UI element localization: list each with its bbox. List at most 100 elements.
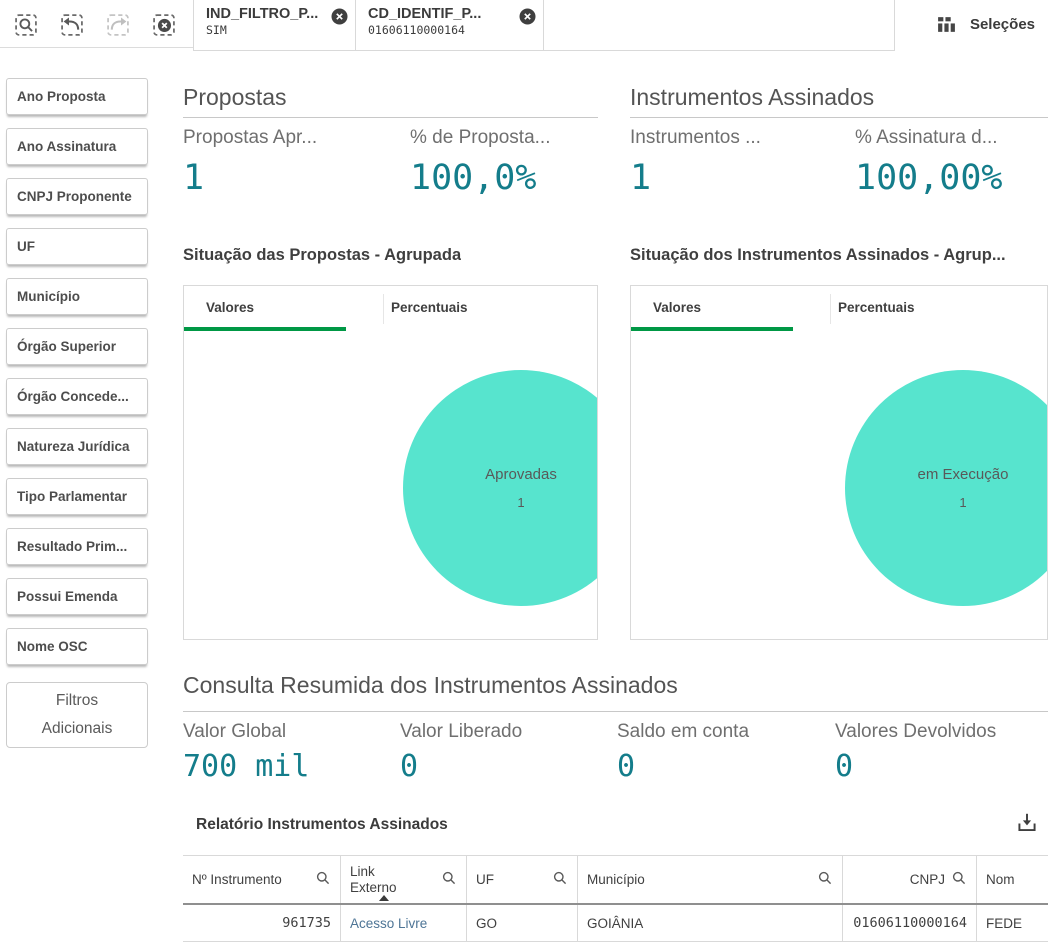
cell-uf[interactable]: GO [467, 905, 578, 941]
tab-percentuais[interactable]: Percentuais [391, 300, 468, 315]
filter-ano-assinatura[interactable]: Ano Assinatura [6, 128, 148, 165]
filter-possui-emenda[interactable]: Possui Emenda [6, 578, 148, 615]
close-icon [331, 8, 348, 25]
additional-filters-label: Filtros Adicionais [29, 687, 125, 743]
additional-filters-button[interactable]: Filtros Adicionais [6, 682, 148, 748]
column-header-municipio[interactable]: Município [578, 856, 843, 903]
cell-link-externo[interactable]: Acesso Livre [341, 905, 467, 941]
column-search-icon[interactable] [951, 870, 967, 889]
filter-ano-proposta[interactable]: Ano Proposta [6, 78, 148, 115]
filter-label: CNPJ Proponente [17, 189, 132, 204]
selection-chip-value: SIM [206, 23, 329, 37]
bubble-value: 1 [517, 495, 524, 510]
selections-label: Seleções [970, 16, 1035, 33]
column-header-uf[interactable]: UF [467, 856, 578, 903]
filter-municipio[interactable]: Município [6, 278, 148, 315]
column-search-icon[interactable] [817, 870, 833, 889]
filter-nome-osc[interactable]: Nome OSC [6, 628, 148, 665]
filter-natureza-juridica[interactable]: Natureza Jurídica [6, 428, 148, 465]
clear-selections-button[interactable] [150, 11, 178, 39]
remove-selection-button[interactable] [331, 8, 348, 25]
cell-cnpj[interactable]: 01606110000164 [843, 905, 977, 941]
filter-label: Órgão Concede... [17, 389, 129, 404]
report-card: Relatório Instrumentos Assinados Nº Inst… [183, 800, 1048, 951]
instrumentos-title: Instrumentos Assinados [630, 84, 874, 111]
bubble-em-execucao[interactable]: em Execução 1 [845, 370, 1048, 606]
filter-tipo-parlamentar[interactable]: Tipo Parlamentar [6, 478, 148, 515]
search-selections-button[interactable] [12, 11, 40, 39]
column-label: Nº Instrumento [192, 872, 282, 888]
column-header-instrumento[interactable]: Nº Instrumento [183, 856, 341, 903]
column-header-cnpj[interactable]: CNPJ [843, 856, 977, 903]
tab-valores[interactable]: Valores [206, 300, 254, 315]
bubble-aprovadas[interactable]: Aprovadas 1 [403, 370, 598, 606]
step-forward-button[interactable] [104, 11, 132, 39]
clear-selections-icon [150, 11, 178, 39]
kpi-pct-propostas-label: % de Proposta... [410, 127, 550, 149]
kpi-pct-propostas-value: 100,0% [410, 158, 536, 198]
kpi-valor-global-value: 700 mil [183, 749, 309, 784]
selection-chip-field: CD_IDENTIF_P... [368, 6, 517, 22]
kpi-valor-liberado-label: Valor Liberado [400, 721, 522, 743]
column-header-link-externo[interactable]: Link Externo [341, 856, 467, 903]
instrumentos-rule [630, 117, 1048, 118]
filter-label: Tipo Parlamentar [17, 489, 127, 504]
acesso-livre-link[interactable]: Acesso Livre [350, 916, 427, 931]
column-search-icon[interactable] [552, 870, 568, 889]
kpi-pct-assinatura-label: % Assinatura d... [855, 127, 998, 149]
filter-resultado-primario[interactable]: Resultado Prim... [6, 528, 148, 565]
kpi-saldo-conta-label: Saldo em conta [617, 721, 749, 743]
kpi-instrumentos-value: 1 [630, 158, 651, 198]
selection-chip-field: IND_FILTRO_P... [206, 6, 329, 22]
selections-tool-button[interactable]: Seleções [936, 0, 1035, 48]
remove-selection-button[interactable] [519, 8, 536, 25]
selection-chip-ind-filtro[interactable]: IND_FILTRO_P... SIM [194, 0, 356, 50]
chart-situacao-propostas-title: Situação das Propostas - Agrupada [183, 246, 461, 265]
tab-divider [383, 294, 384, 324]
column-search-icon[interactable] [441, 870, 457, 889]
instrumentos-table: Nº Instrumento Link Externo UF Municíp [183, 855, 1048, 942]
filter-label: Nome OSC [17, 639, 88, 654]
column-search-icon[interactable] [315, 870, 331, 889]
filter-uf[interactable]: UF [6, 228, 148, 265]
column-label: Nom [986, 872, 1015, 888]
bubble-value: 1 [959, 495, 966, 510]
filter-orgao-superior[interactable]: Órgão Superior [6, 328, 148, 365]
selections-grid-icon [936, 14, 957, 35]
download-button[interactable] [1014, 810, 1040, 836]
table-row: 961735 Acesso Livre GO GOIÂNIA 016061100… [183, 905, 1048, 942]
filter-cnpj-proponente[interactable]: CNPJ Proponente [6, 178, 148, 215]
kpi-propostas-aprovadas-label: Propostas Apr... [183, 127, 317, 149]
redo-arrow-icon [104, 11, 132, 39]
kpi-valor-liberado-value: 0 [400, 749, 418, 784]
close-icon [519, 8, 536, 25]
filter-orgao-concedente[interactable]: Órgão Concede... [6, 378, 148, 415]
selections-bar: IND_FILTRO_P... SIM CD_IDENTIF_P... 0160… [193, 0, 895, 51]
step-back-button[interactable] [58, 11, 86, 39]
cell-instrumento[interactable]: 961735 [183, 905, 341, 941]
kpi-valores-devolvidos-label: Valores Devolvidos [835, 721, 996, 743]
cell-municipio[interactable]: GOIÂNIA [578, 905, 843, 941]
cell-nome[interactable]: FEDE [977, 905, 1048, 941]
search-in-brackets-icon [12, 11, 40, 39]
kpi-instrumentos-label: Instrumentos ... [630, 127, 761, 149]
active-tab-indicator [184, 327, 346, 331]
column-header-nome[interactable]: Nom [977, 856, 1048, 903]
selection-chip-cd-identif[interactable]: CD_IDENTIF_P... 01606110000164 [356, 0, 544, 50]
active-tab-indicator [631, 327, 793, 331]
undo-arrow-icon [58, 11, 86, 39]
tab-valores[interactable]: Valores [653, 300, 701, 315]
sort-ascending-icon [379, 895, 389, 901]
report-title: Relatório Instrumentos Assinados [196, 816, 448, 834]
column-label: CNPJ [910, 872, 945, 888]
filter-label: Natureza Jurídica [17, 439, 130, 454]
consulta-rule [183, 711, 1048, 712]
tab-percentuais[interactable]: Percentuais [838, 300, 915, 315]
column-label: Link Externo [350, 864, 404, 895]
filter-label: Ano Proposta [17, 89, 106, 104]
column-label: Município [587, 872, 645, 888]
propostas-title: Propostas [183, 84, 287, 111]
toolbar-divider [0, 47, 194, 48]
kpi-valores-devolvidos-value: 0 [835, 749, 853, 784]
propostas-rule [183, 117, 598, 118]
